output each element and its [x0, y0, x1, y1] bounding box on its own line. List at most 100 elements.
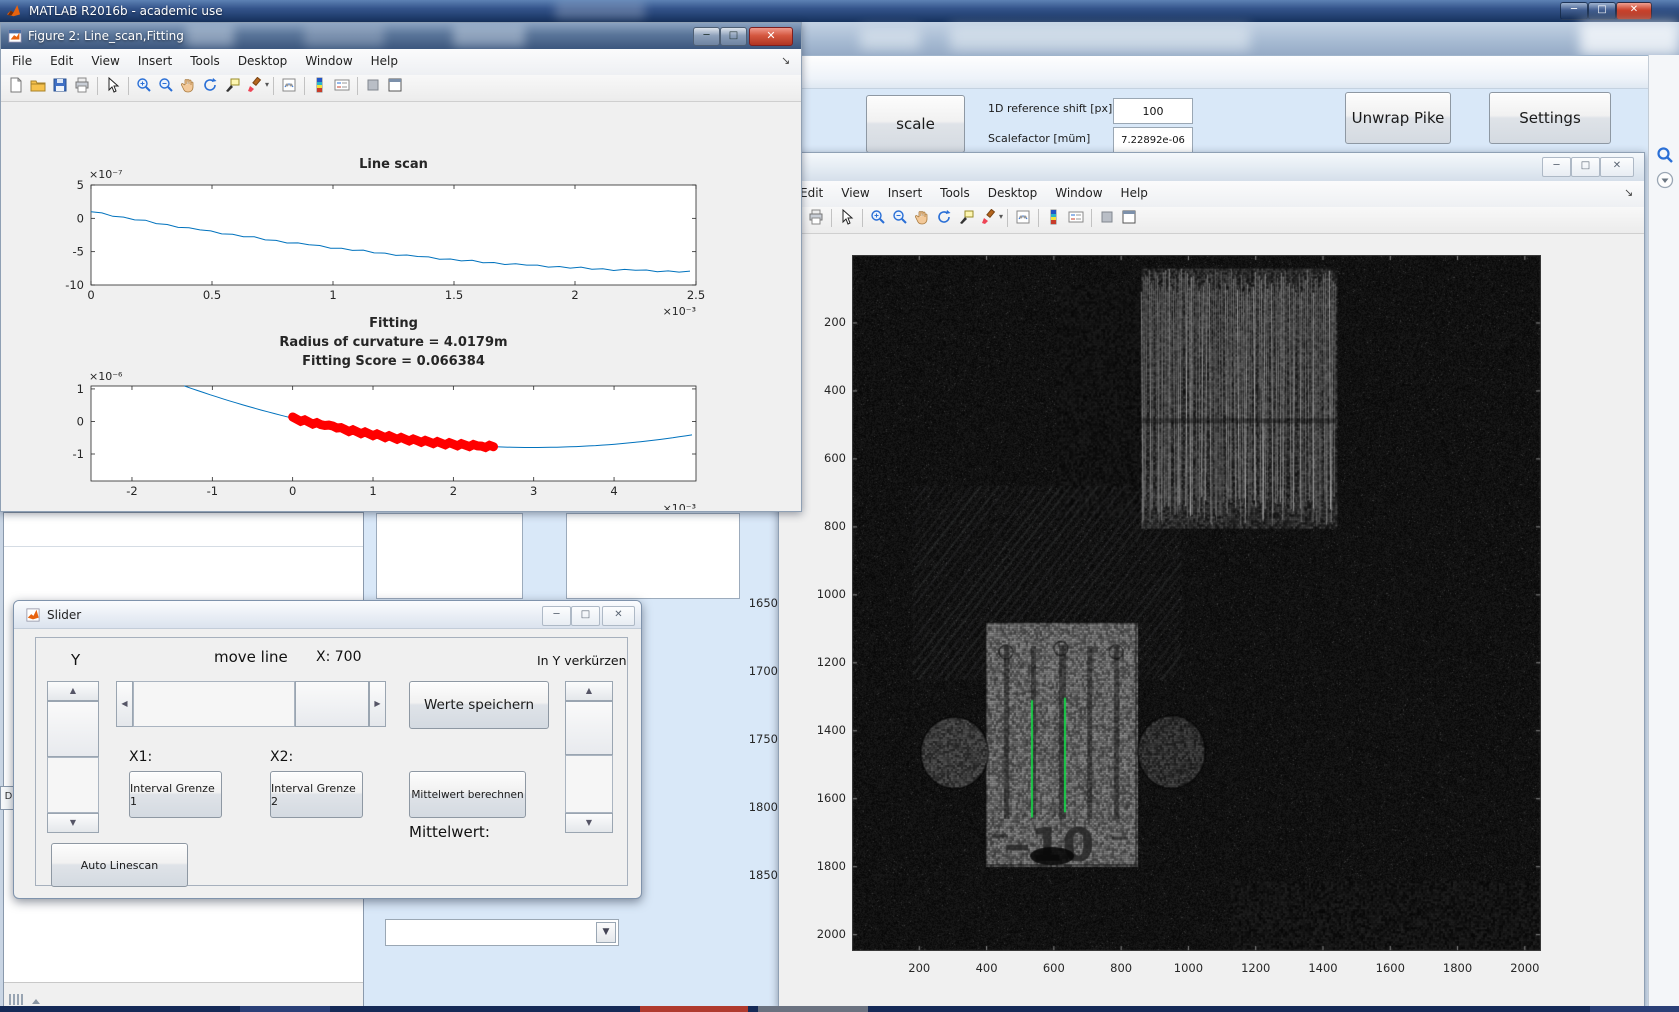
menu-item-file[interactable]: File [3, 49, 41, 72]
pan-icon[interactable] [177, 75, 199, 97]
cursor-icon[interactable] [102, 75, 124, 97]
main-window-title: MATLAB R2016b - academic use [29, 4, 223, 18]
close-button[interactable]: ✕ [749, 27, 793, 46]
occluded-axis-tick: 1750 [748, 732, 778, 746]
menu-item-desktop[interactable]: Desktop [229, 49, 297, 72]
taskbar-item[interactable] [240, 1006, 330, 1012]
legend-icon[interactable] [1065, 207, 1087, 229]
slider-trough[interactable] [133, 681, 295, 727]
menu-item-view[interactable]: View [82, 49, 128, 72]
shorten-slider-thumb[interactable] [565, 701, 613, 755]
dock-gray-icon[interactable] [1096, 207, 1118, 229]
print-icon[interactable] [71, 75, 93, 97]
interval-limit-1-button[interactable]: Interval Grenze 1 [129, 771, 222, 818]
y-slider-up-arrow-icon[interactable]: ▲ [47, 681, 99, 701]
pan-icon[interactable] [911, 207, 933, 229]
menu-item-insert[interactable]: Insert [879, 181, 931, 204]
new-file-icon[interactable] [5, 75, 27, 97]
toolbar-separator [831, 209, 832, 227]
menu-item-window[interactable]: Window [296, 49, 361, 72]
data-cursor-icon[interactable] [955, 207, 977, 229]
occluded-listbox-fragment[interactable] [566, 513, 740, 599]
y-slider-trough[interactable] [47, 757, 99, 813]
taskbar-item[interactable] [758, 1006, 868, 1012]
chevron-circle-icon[interactable] [1656, 171, 1674, 189]
colorbar-icon[interactable] [309, 75, 331, 97]
minimize-button[interactable]: ─ [1542, 157, 1571, 177]
figure2-titlebar[interactable]: Figure 2: Line_scan,Fitting ─ □ ✕ [1, 23, 801, 49]
dock-figure-icon[interactable]: ↘ [781, 54, 790, 67]
bottom-combobox[interactable]: ▼ [385, 919, 619, 946]
slider-left-arrow-icon[interactable]: ◀ [116, 681, 133, 727]
colorbar-icon[interactable] [1043, 207, 1065, 229]
save-icon[interactable] [49, 75, 71, 97]
shorten-up-arrow-icon[interactable]: ▲ [565, 681, 613, 701]
zoom-in-icon[interactable] [867, 207, 889, 229]
rotate-3d-icon[interactable] [199, 75, 221, 97]
link-plot-icon[interactable] [1012, 207, 1034, 229]
menu-item-desktop[interactable]: Desktop [979, 181, 1047, 204]
figure-image-titlebar[interactable]: d ─ □ ✕ [779, 153, 1644, 182]
brush-icon[interactable] [977, 207, 999, 229]
brush-icon[interactable] [243, 75, 265, 97]
maximize-button[interactable]: □ [1571, 157, 1600, 177]
zoom-in-icon[interactable] [133, 75, 155, 97]
zoom-out-icon[interactable] [889, 207, 911, 229]
shorten-slider-trough[interactable] [565, 755, 613, 813]
menu-item-view[interactable]: View [832, 181, 878, 204]
interval-limit-2-button[interactable]: Interval Grenze 2 [270, 771, 363, 818]
menu-items: File Edit View Insert Tools Desktop Window Help [1, 49, 801, 72]
minimize-button[interactable]: ─ [542, 606, 571, 626]
combobox-arrow-icon[interactable]: ▼ [596, 922, 616, 943]
minimize-button[interactable]: ─ [1560, 2, 1588, 20]
menu-item-window[interactable]: Window [1046, 181, 1111, 204]
menu-item-tools[interactable]: Tools [181, 49, 229, 72]
taskbar-item[interactable] [640, 1006, 748, 1012]
legend-icon[interactable] [331, 75, 353, 97]
maximize-button[interactable]: □ [720, 27, 747, 46]
dock-figure-icon[interactable]: ↘ [1624, 186, 1633, 199]
slider-right-arrow-icon[interactable]: ▶ [369, 681, 386, 727]
brush-dropdown-icon[interactable]: ▾ [265, 80, 269, 89]
occluded-listbox-fragment[interactable] [376, 513, 523, 599]
save-values-button[interactable]: Werte speichern [409, 681, 549, 729]
scale-button[interactable]: scale [866, 95, 965, 153]
link-plot-icon[interactable] [278, 75, 300, 97]
maximize-button[interactable]: □ [571, 606, 600, 626]
menu-item-help[interactable]: Help [362, 49, 407, 72]
settings-button[interactable]: Settings [1489, 92, 1611, 144]
auto-linescan-button[interactable]: Auto Linescan [51, 843, 188, 887]
rotate-3d-icon[interactable] [933, 207, 955, 229]
data-cursor-icon[interactable] [221, 75, 243, 97]
menu-item-help[interactable]: Help [1112, 181, 1157, 204]
menu-item-insert[interactable]: Insert [129, 49, 181, 72]
shorten-down-arrow-icon[interactable]: ▼ [565, 813, 613, 833]
scalefactor-input[interactable]: 7.22892e-06 [1113, 127, 1193, 153]
unwrap-pike-button[interactable]: Unwrap Pike [1345, 92, 1451, 144]
cursor-icon[interactable] [836, 207, 858, 229]
menu-item-edit[interactable]: Edit [41, 49, 82, 72]
svg-text:3: 3 [530, 484, 537, 498]
slider-thumb[interactable] [295, 681, 369, 727]
menu-item-tools[interactable]: Tools [931, 181, 979, 204]
calculate-mean-button[interactable]: Mittelwert berechnen [409, 771, 526, 818]
close-button[interactable]: ✕ [1616, 2, 1652, 20]
print-icon[interactable] [805, 207, 827, 229]
zoom-out-icon[interactable] [155, 75, 177, 97]
dock-window-icon[interactable] [1118, 207, 1140, 229]
close-button[interactable]: ✕ [1600, 157, 1634, 177]
minimize-button[interactable]: ─ [693, 27, 720, 46]
dock-window-icon[interactable] [384, 75, 406, 97]
dock-gray-icon[interactable] [362, 75, 384, 97]
y-slider-down-arrow-icon[interactable]: ▼ [47, 813, 99, 833]
slider-titlebar[interactable]: Slider ─ □ ✕ [14, 601, 641, 629]
close-button[interactable]: ✕ [602, 606, 635, 626]
brush-dropdown-icon[interactable]: ▾ [999, 212, 1003, 221]
y-slider-thumb[interactable] [47, 701, 99, 757]
taskbar-item[interactable] [1590, 1006, 1679, 1012]
open-folder-icon[interactable] [27, 75, 49, 97]
ref-shift-input[interactable]: 100 [1113, 98, 1193, 124]
maximize-button[interactable]: □ [1588, 2, 1616, 20]
svg-text:-10: -10 [65, 278, 84, 292]
search-icon[interactable] [1656, 146, 1674, 164]
